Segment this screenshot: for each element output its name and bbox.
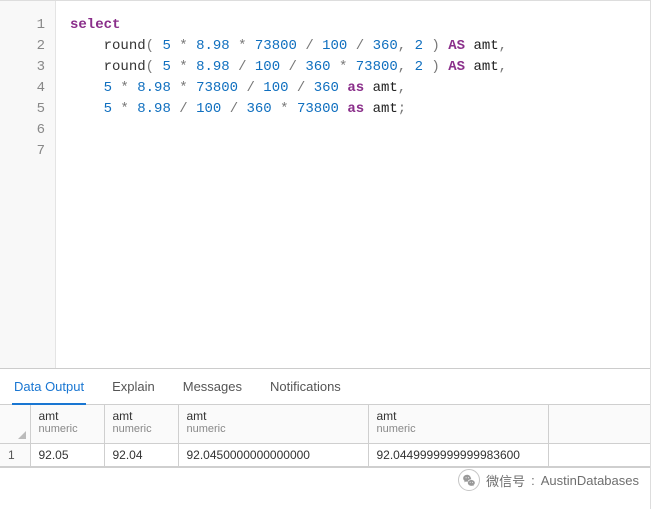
watermark-label: 微信号	[486, 471, 525, 490]
line-number-gutter: 1234567	[0, 1, 56, 368]
tab-data-output[interactable]: Data Output	[12, 379, 86, 405]
code-line: select	[70, 15, 651, 36]
tab-explain[interactable]: Explain	[110, 379, 157, 403]
sql-editor[interactable]: 1234567 select round( 5 * 8.98 * 73800 /…	[0, 1, 651, 369]
result-tabs: Data Output Explain Messages Notificatio…	[0, 369, 651, 405]
line-number: 1	[0, 15, 55, 36]
column-header-row: amt numeric amt numeric amt numeric amt …	[0, 405, 651, 443]
line-number: 7	[0, 141, 55, 162]
column-header[interactable]: amt numeric	[104, 405, 178, 443]
column-name: amt	[377, 409, 540, 423]
table-row[interactable]: 1 92.05 92.04 92.0450000000000000 92.044…	[0, 443, 651, 466]
results-grid[interactable]: amt numeric amt numeric amt numeric amt …	[0, 405, 651, 468]
cell[interactable]: 92.0449999999999983600	[368, 443, 548, 466]
wechat-icon	[458, 469, 480, 491]
code-line: round( 5 * 8.98 / 100 / 360 * 73800, 2 )…	[70, 57, 651, 78]
code-content[interactable]: select round( 5 * 8.98 * 73800 / 100 / 3…	[56, 1, 651, 368]
watermark-value: AustinDatabases	[541, 473, 639, 488]
column-type: numeric	[113, 423, 170, 435]
code-line: 5 * 8.98 / 100 / 360 * 73800 as amt;	[70, 99, 651, 120]
column-name: amt	[113, 409, 170, 423]
code-line	[70, 141, 651, 162]
column-header[interactable]: amt numeric	[178, 405, 368, 443]
column-header-empty	[548, 405, 651, 443]
code-line	[70, 120, 651, 141]
line-number: 2	[0, 36, 55, 57]
column-header[interactable]: amt numeric	[368, 405, 548, 443]
cell-empty	[548, 443, 651, 466]
watermark: 微信号 : AustinDatabases	[458, 469, 639, 491]
column-type: numeric	[39, 423, 96, 435]
line-number: 3	[0, 57, 55, 78]
line-number: 6	[0, 120, 55, 141]
line-number: 5	[0, 99, 55, 120]
code-line: round( 5 * 8.98 * 73800 / 100 / 360, 2 )…	[70, 36, 651, 57]
column-name: amt	[187, 409, 360, 423]
watermark-sep: :	[531, 473, 535, 488]
cell[interactable]: 92.04	[104, 443, 178, 466]
column-type: numeric	[187, 423, 360, 435]
tab-messages[interactable]: Messages	[181, 379, 244, 403]
line-number: 4	[0, 78, 55, 99]
tab-notifications[interactable]: Notifications	[268, 379, 343, 403]
column-type: numeric	[377, 423, 540, 435]
column-header[interactable]: amt numeric	[30, 405, 104, 443]
column-name: amt	[39, 409, 96, 423]
row-number: 1	[0, 443, 30, 466]
cell[interactable]: 92.0450000000000000	[178, 443, 368, 466]
grid-corner	[0, 405, 30, 443]
code-line: 5 * 8.98 * 73800 / 100 / 360 as amt,	[70, 78, 651, 99]
cell[interactable]: 92.05	[30, 443, 104, 466]
